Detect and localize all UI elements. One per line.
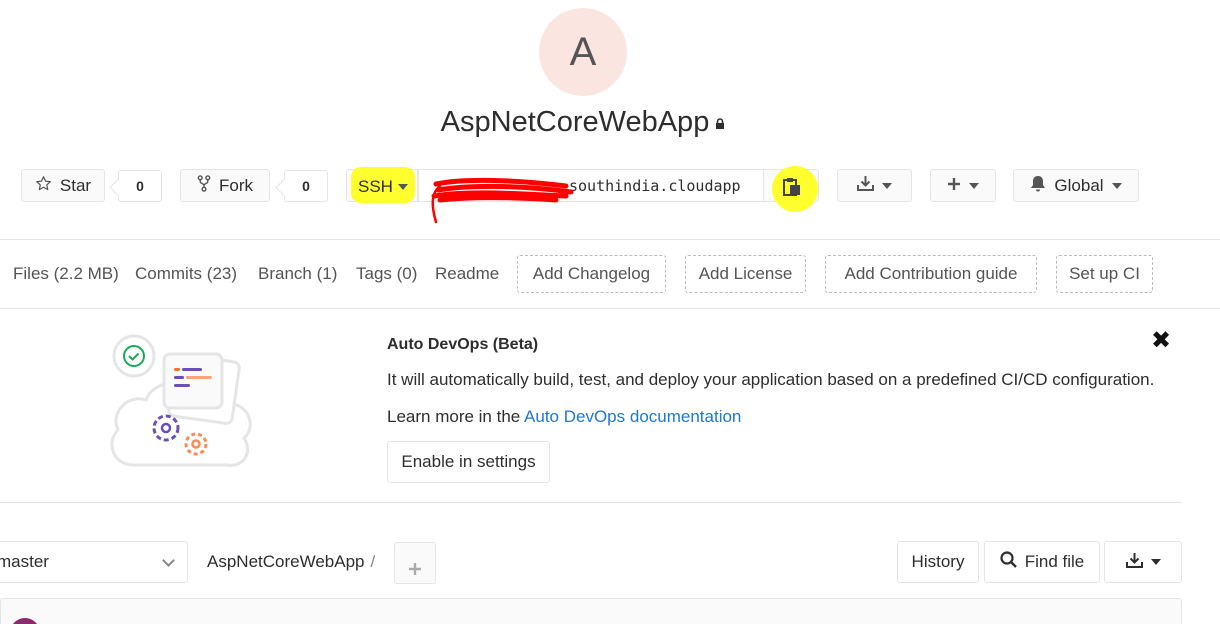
set-up-ci-button[interactable]: Set up CI [1056,255,1153,293]
search-icon [1000,551,1017,573]
plus-icon [947,176,961,196]
download-icon [1125,552,1143,573]
protocol-label: SSH [358,177,393,196]
caret-down-icon [1150,559,1161,565]
fork-count[interactable]: 0 [284,170,328,202]
caret-down-icon [1111,182,1122,189]
auto-devops-docs-link[interactable]: Auto DevOps documentation [524,407,741,426]
add-to-tree-button[interactable] [394,542,436,584]
notification-dropdown[interactable]: Global [1013,169,1139,202]
star-button[interactable]: Star [21,169,105,202]
nav-readme[interactable]: Readme [435,264,499,284]
star-label: Star [59,175,92,195]
find-file-label: Find file [1024,552,1085,571]
clone-url-value: southindia.cloudapp [569,177,741,195]
close-icon[interactable]: ✖ [1151,326,1171,355]
fork-label: Fork [219,175,253,195]
project-name: AspNetCoreWebApp [440,106,710,138]
nav-tags[interactable]: Tags (0) [356,264,417,284]
download-tree-dropdown[interactable] [1104,541,1182,583]
caret-down-icon [882,182,892,189]
clone-protocol-dropdown[interactable]: SSH [346,167,418,203]
star-icon [35,175,52,197]
nav-files[interactable]: Files (2.2 MB) [13,264,119,284]
breadcrumb: AspNetCoreWebApp / [207,552,375,572]
nav-commits[interactable]: Commits (23) [135,264,237,284]
breadcrumb-project[interactable]: AspNetCoreWebApp [207,552,365,571]
auto-devops-illustration [110,334,252,467]
fork-icon [197,174,211,197]
redaction-scribble [431,177,574,224]
last-commit-panel [0,598,1182,624]
add-changelog-button[interactable]: Add Changelog [517,255,666,293]
caret-down-icon [969,182,979,189]
lock-icon [715,104,725,129]
branch-name: master [0,552,49,571]
star-count-value: 0 [136,178,144,194]
new-item-dropdown[interactable] [930,169,996,202]
notification-label: Global [1054,175,1104,195]
auto-devops-description: It will automatically build, test, and d… [387,370,1155,389]
download-icon [857,175,874,196]
divider [0,239,1220,240]
add-contribution-guide-button[interactable]: Add Contribution guide [825,255,1037,293]
history-button[interactable]: History [897,541,979,583]
learn-more-prefix: Learn more in the [387,407,525,426]
breadcrumb-separator: / [370,552,376,571]
add-license-button[interactable]: Add License [685,255,806,293]
fork-button[interactable]: Fork [180,169,270,202]
project-avatar: A [539,8,627,96]
bell-icon [1030,175,1046,197]
auto-devops-title: Auto DevOps (Beta) [387,336,539,353]
clipboard-icon [783,177,801,201]
star-count[interactable]: 0 [118,170,162,202]
nav-branch[interactable]: Branch (1) [258,264,337,284]
find-file-button[interactable]: Find file [984,541,1100,583]
branch-selector[interactable]: master [0,541,188,583]
plus-icon [408,556,422,582]
caret-down-icon [398,184,408,190]
divider [0,308,1220,309]
divider [0,502,1182,503]
fork-count-value: 0 [302,178,310,194]
chevron-down-icon [162,554,175,567]
copy-url-button[interactable] [763,166,819,212]
enable-in-settings-button[interactable]: Enable in settings [387,441,550,483]
download-dropdown[interactable] [837,169,912,202]
auto-devops-learn-more: Learn more in the Auto DevOps documentat… [387,407,741,427]
project-title: AspNetCoreWebApp [0,104,1166,139]
